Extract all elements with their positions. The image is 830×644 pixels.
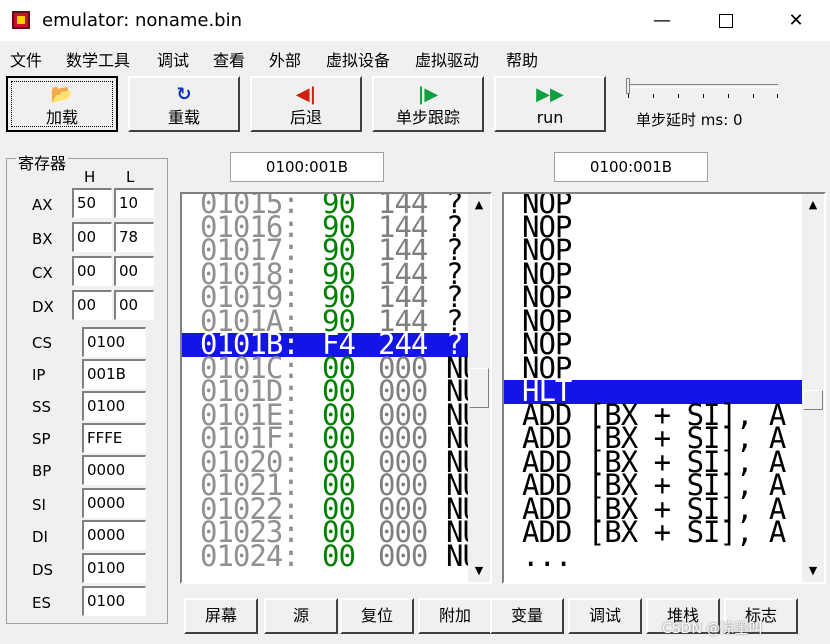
vars-button[interactable]: 变量: [490, 598, 564, 634]
reset-button[interactable]: 复位: [340, 598, 414, 634]
disasm-scroll-thumb[interactable]: [803, 390, 823, 410]
close-button[interactable]: ✕: [776, 6, 816, 36]
reg-label-ss: SS: [32, 398, 52, 416]
disasm-address-input[interactable]: 0100:001B: [554, 152, 708, 182]
menu-math-tools[interactable]: 数学工具: [66, 47, 130, 71]
delay-slider-ticks: [628, 94, 778, 98]
menu-external[interactable]: 外部: [269, 47, 301, 71]
menu-view[interactable]: 查看: [213, 47, 245, 71]
run-button[interactable]: ▶▶ run: [494, 76, 606, 132]
instruction-text: ...: [522, 538, 572, 573]
bx-high-field[interactable]: 00: [72, 222, 112, 252]
reg-label-ax: AX: [32, 196, 53, 214]
reg-label-si: SI: [32, 496, 46, 514]
reg-label-sp: SP: [32, 430, 51, 448]
cx-low-field[interactable]: 00: [114, 256, 154, 286]
scroll-up-arrow-icon[interactable]: ▲: [468, 194, 490, 216]
reg-label-cs: CS: [32, 334, 52, 352]
reg-label-cx: CX: [32, 264, 53, 282]
es-field[interactable]: 0100: [82, 586, 146, 616]
reg-label-dx: DX: [32, 298, 54, 316]
load-button[interactable]: 📂 加载: [6, 76, 118, 132]
step-icon: |▶: [417, 84, 439, 105]
reg-label-ds: DS: [32, 561, 54, 579]
dx-high-field[interactable]: 00: [72, 290, 112, 320]
delay-slider-thumb[interactable]: [626, 78, 630, 94]
memory-list[interactable]: 01015: 90 144? 01016: 90 144? 01017: 90 144? 0101…: [180, 192, 492, 584]
minimize-button[interactable]: —: [642, 6, 682, 36]
screen-button[interactable]: 屏幕: [184, 598, 258, 634]
aux-button[interactable]: 附加: [418, 598, 492, 634]
step-back-button[interactable]: ◀| 后退: [250, 76, 362, 132]
memory-address: 01024:: [200, 538, 300, 573]
title-bar: emulator: noname.bin — ✕: [0, 0, 830, 42]
disassembly-list[interactable]: NOP NOP NOP NOP NOP NOP NOP NOP HLT ADD [BX + SI]…: [502, 192, 826, 584]
di-field[interactable]: 0000: [82, 520, 146, 550]
reg-label-bx: BX: [32, 230, 53, 248]
scroll-down-arrow-icon[interactable]: ▼: [468, 560, 490, 582]
window-title: emulator: noname.bin: [42, 10, 243, 31]
menu-file[interactable]: 文件: [10, 47, 42, 71]
source-button[interactable]: 源: [264, 598, 338, 634]
maximize-icon: [719, 14, 733, 28]
disasm-row[interactable]: ...: [504, 538, 804, 573]
ip-field[interactable]: 001B: [82, 359, 146, 389]
reload-icon: ↻: [176, 84, 192, 105]
sp-field[interactable]: FFFE: [82, 423, 146, 453]
reg-label-di: DI: [32, 528, 48, 546]
registers-title: 寄存器: [16, 150, 69, 174]
reg-label-ip: IP: [32, 366, 46, 384]
folder-open-icon: 📂: [50, 84, 74, 105]
si-field[interactable]: 0000: [82, 488, 146, 518]
chip-icon: [12, 11, 30, 29]
step-back-icon: ◀|: [295, 84, 317, 105]
reg-label-es: ES: [32, 594, 51, 612]
run-icon: ▶▶: [536, 84, 564, 105]
delay-slider-track[interactable]: [628, 84, 778, 88]
menu-bar: 文件 数学工具 调试 查看 外部 虚拟设备 虚拟驱动 帮助: [0, 42, 830, 72]
ss-field[interactable]: 0100: [82, 391, 146, 421]
bx-low-field[interactable]: 78: [114, 222, 154, 252]
menu-virtual-drives[interactable]: 虚拟驱动: [415, 47, 479, 71]
memory-scrollbar[interactable]: ▲ ▼: [468, 194, 490, 582]
high-byte-header: H: [84, 168, 96, 186]
memory-dec: 000: [378, 538, 428, 573]
reg-label-bp: BP: [32, 462, 52, 480]
menu-virtual-devices[interactable]: 虚拟设备: [326, 47, 390, 71]
memory-address-input[interactable]: 0100:001B: [230, 152, 384, 182]
memory-row[interactable]: 01024: 00 000 NU: [182, 538, 480, 573]
scroll-up-arrow-icon[interactable]: ▲: [802, 194, 824, 216]
scroll-down-arrow-icon[interactable]: ▼: [802, 560, 824, 582]
disasm-scrollbar[interactable]: ▲ ▼: [802, 194, 824, 582]
ax-low-field[interactable]: 10: [114, 188, 154, 218]
delay-label: 单步延时 ms: 0: [636, 111, 743, 129]
bp-field[interactable]: 0000: [82, 455, 146, 485]
cx-high-field[interactable]: 00: [72, 256, 112, 286]
low-byte-header: L: [126, 168, 135, 186]
memory-scroll-thumb[interactable]: [469, 368, 489, 408]
menu-help[interactable]: 帮助: [506, 47, 538, 71]
debug-button[interactable]: 调试: [568, 598, 642, 634]
ds-field[interactable]: 0100: [82, 553, 146, 583]
ax-high-field[interactable]: 50: [72, 188, 112, 218]
dx-low-field[interactable]: 00: [114, 290, 154, 320]
single-step-button[interactable]: |▶ 单步跟踪: [372, 76, 484, 132]
memory-hex: 00: [322, 538, 356, 573]
cs-field[interactable]: 0100: [82, 327, 146, 357]
watermark: CSDN @凉墨叫: [662, 621, 763, 637]
menu-debug[interactable]: 调试: [157, 47, 189, 71]
reload-button[interactable]: ↻ 重载: [128, 76, 240, 132]
maximize-button[interactable]: [706, 6, 746, 36]
